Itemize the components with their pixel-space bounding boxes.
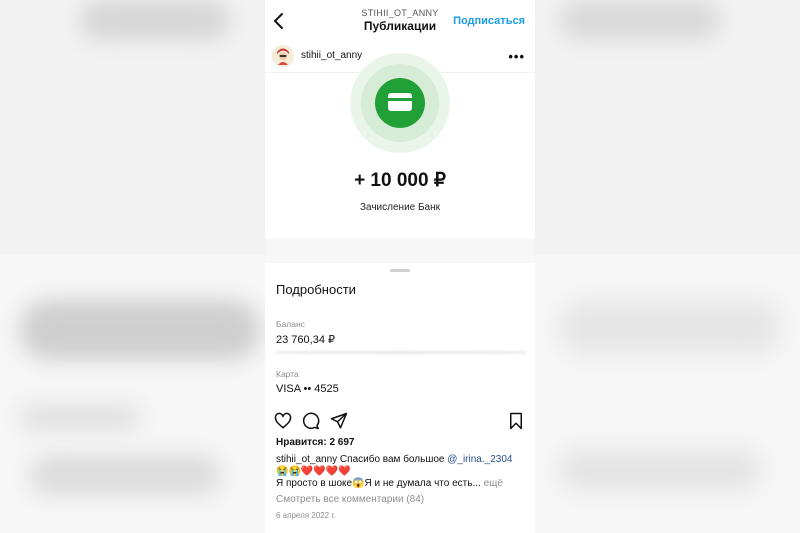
avatar[interactable] <box>272 45 294 67</box>
section-separator <box>265 238 535 263</box>
top-bar: STIHII_OT_ANNY Публикации Подписаться <box>265 0 535 40</box>
caption-text-continued: Я просто в шоке😱Я и не думала что есть..… <box>276 478 484 489</box>
send-icon[interactable] <box>330 412 348 430</box>
balance-value: 23 760,34 ₽ <box>276 334 335 346</box>
likes-count[interactable]: Нравится: 2 697 <box>276 437 354 448</box>
caption-emoji-line: 😭😭❤️❤️❤️❤️ <box>276 466 351 477</box>
caption-line-3: Я просто в шоке😱Я и не думала что есть..… <box>276 478 503 489</box>
post-date: 6 апреля 2022 г. <box>276 511 336 520</box>
details-title: Подробности <box>276 282 356 297</box>
blurred-shape <box>80 0 230 40</box>
details-sheet: Подробности Баланс 23 760,34 ₽ Карта VIS… <box>265 263 535 400</box>
more-horizontal-icon[interactable]: ••• <box>508 49 525 64</box>
caption-text: Спасибо вам большое <box>337 454 448 465</box>
blurred-text-line <box>276 351 526 354</box>
blurred-shape <box>20 405 140 430</box>
blurred-shape <box>560 300 780 355</box>
blurred-shape <box>560 0 720 40</box>
comment-icon[interactable] <box>302 412 320 430</box>
card-label: Карта <box>276 369 299 379</box>
credit-card-icon <box>388 93 412 111</box>
follow-button[interactable]: Подписаться <box>453 15 525 27</box>
transaction-type: Зачисление Банк <box>359 202 441 213</box>
blurred-shape <box>20 300 260 360</box>
blurred-shape <box>560 450 760 490</box>
balance-label: Баланс <box>276 319 305 329</box>
card-value: VISA •• 4525 <box>276 383 339 395</box>
sheet-handle <box>390 269 410 272</box>
caption-more-link[interactable]: ещё <box>484 478 503 489</box>
avatar-image <box>272 45 294 67</box>
instagram-post-screen: STIHII_OT_ANNY Публикации Подписаться st… <box>265 0 535 533</box>
post-image[interactable]: + 10 000 ₽ Зачисление Банк Подробности Б… <box>265 53 535 400</box>
caption-mention[interactable]: @_irina._2304 <box>447 454 512 465</box>
caption-line-1: stihii_ot_anny Спасибо вам большое @_iri… <box>276 454 512 465</box>
caption-username[interactable]: stihii_ot_anny <box>276 454 337 465</box>
blurred-shape <box>30 455 220 495</box>
heart-icon[interactable] <box>274 412 292 430</box>
view-all-comments-link[interactable]: Смотреть все комментарии (84) <box>276 494 424 505</box>
post-username[interactable]: stihii_ot_anny <box>301 50 362 61</box>
bookmark-icon[interactable] <box>507 412 525 430</box>
transaction-amount: + 10 000 ₽ <box>354 170 446 191</box>
action-bar <box>265 402 535 436</box>
